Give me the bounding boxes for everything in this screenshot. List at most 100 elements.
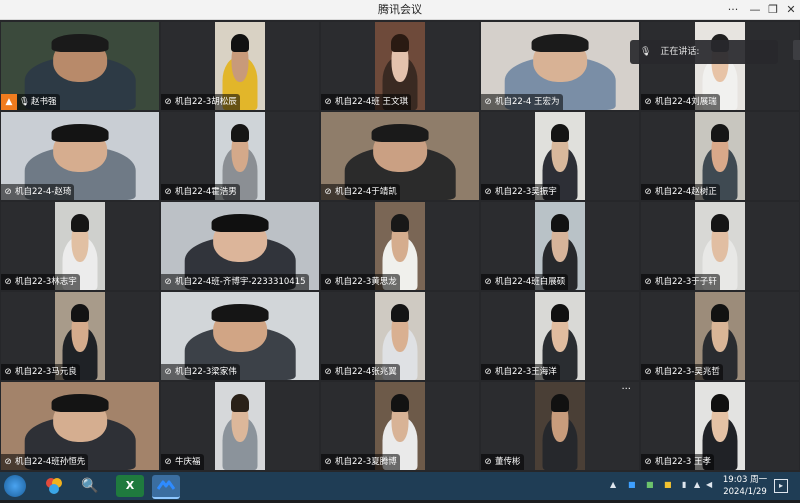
participant-name: 机自22-4-赵琦 [15,187,72,197]
participant-name-tag: ⊘ 牛庆福 [161,454,204,470]
search-app-icon[interactable]: 🔍 [76,475,104,497]
participant-name-tag: ⊘ 机自22-4班白展硕 [481,274,569,290]
title-bar: 腾讯会议 ··· — ❐ ✕ [0,0,800,20]
mic-muted-icon: ⊘ [324,367,332,377]
participant-video [535,382,585,470]
participant-video [215,382,265,470]
participant-tile[interactable]: ⊘ 机自22-4班-齐博宇-2233310415 [161,202,319,290]
participant-name: 机自22-3 王孝 [655,457,711,467]
signal-icon[interactable]: ▲ [694,480,700,489]
mic-muted-icon: ⊘ [4,187,12,197]
colorful-app-icon[interactable] [40,475,68,497]
participant-tile[interactable]: ⊘ 机自22-3夏腾博 [321,382,479,470]
participant-name: 机自22-3梁家伟 [175,367,237,377]
tray-meeting-icon[interactable]: ■ [628,480,636,489]
participant-name-tag: ⊘ 机自22-3黄思龙 [321,274,400,290]
participant-tile[interactable]: ⊘ 机自22-4刘展瑞 [641,22,799,110]
participant-name-tag: ⊘ 机自22-4张兆翼 [321,364,400,380]
more-icon[interactable]: ··· [722,0,744,20]
participant-tile[interactable]: ⊘ 董传彬 ··· [481,382,639,470]
participant-tile[interactable]: ⊘ 机自22-3吴振宇 [481,112,639,200]
mic-icon: 🎙 [640,47,652,57]
participant-name: 机自22-4于靖凯 [335,187,397,197]
participant-tile[interactable]: ⊘ 机自22-4班孙恒先 [1,382,159,470]
mic-muted-icon: ⊘ [644,277,652,287]
mic-muted-icon: ⊘ [164,457,172,467]
participant-tile[interactable]: ⊘ 机自22-4赵树正 [641,112,799,200]
notification-icon[interactable]: ▸ [774,479,788,493]
excel-icon[interactable]: X [116,475,144,497]
participant-name-tag: ⊘ 机自22-4 王宏为 [481,94,563,110]
mic-muted-icon: ⊘ [164,187,172,197]
mic-muted-icon: ⊘ [4,277,12,287]
participant-tile[interactable]: ⊘ 机自22-4张兆翼 [321,292,479,380]
participant-tile[interactable]: ▲ 🎙赵书强 [1,22,159,110]
meeting-logo-icon [156,480,176,490]
participant-name-tag: ⊘ 机自22-4班-齐博宇-2233310415 [161,274,309,290]
mic-muted-icon: ⊘ [484,187,492,197]
participant-tile[interactable]: ⊘ 机自22-4班 王文琪 [321,22,479,110]
clock-date: 2024/1/29 [723,487,767,497]
participant-tile[interactable]: ⊘ 机自22-3林志宇 [1,202,159,290]
close-button[interactable]: ✕ [780,0,800,20]
mic-muted-icon: ⊘ [4,367,12,377]
participant-tile[interactable]: ⊘ 机自22-3梁家伟 [161,292,319,380]
participant-name: 机自22-3-吴兆哲 [655,367,720,377]
tray-app-icon[interactable]: ■ [664,480,672,489]
participant-tile[interactable]: ⊘ 机自22-4-赵琦 [1,112,159,200]
participant-tile[interactable]: ⊘ 机自22-3马元良 [1,292,159,380]
side-panel-handle[interactable] [793,40,800,60]
mic-muted-icon: ⊘ [324,457,332,467]
participant-name-tag: ⊘ 机自22-3胡松辰 [161,94,240,110]
participant-name-tag: ⊘ 机自22-3马元良 [1,364,80,380]
participant-tile[interactable]: ⊘ 机自22-3-吴兆哲 [641,292,799,380]
participant-name-tag: ⊘ 机自22-3 王孝 [641,454,714,470]
participant-name: 机自22-4刘展瑞 [655,97,717,107]
participant-name-tag: ⊘ 机自22-4班 王文琪 [321,94,411,110]
participant-name-tag: ⊘ 机自22-3王海洋 [481,364,560,380]
speaking-label: 正在讲话: [660,47,700,57]
start-icon[interactable] [4,475,26,497]
participant-tile[interactable]: ⊘ 机自22-4 王宏为 [481,22,639,110]
participant-tile[interactable]: ⊘ 机自22-4霍浩男 [161,112,319,200]
participant-name-tag: ⊘ 董传彬 [481,454,524,470]
tile-menu-icon[interactable]: ··· [621,384,631,395]
tencent-meeting-icon[interactable] [152,475,180,499]
volume-icon[interactable]: ◀ [706,480,712,489]
mic-muted-icon: ⊘ [324,97,332,107]
mic-muted-icon: ⊘ [644,457,652,467]
tray-up-arrow-icon[interactable]: ▲ [610,480,616,489]
network-icon[interactable]: ▮ [682,480,686,489]
tray-shield-icon[interactable]: ■ [646,480,654,489]
mic-muted-icon: ⊘ [644,187,652,197]
participant-name-tag: ⊘ 机自22-3吴振宇 [481,184,560,200]
participant-tile[interactable]: ⊘ 牛庆福 [161,382,319,470]
participant-name-tag: ⊘ 机自22-3于子轩 [641,274,720,290]
participant-name: 机自22-4班 王文琪 [335,97,408,107]
mic-muted-icon: ⊘ [484,367,492,377]
participant-name-tag: ⊘ 机自22-4班孙恒先 [1,454,89,470]
participant-tile[interactable]: ⊘ 机自22-4班白展硕 [481,202,639,290]
participant-tile[interactable]: ⊘ 机自22-3 王孝 [641,382,799,470]
participant-name-tag: ⊘ 机自22-4霍浩男 [161,184,240,200]
clock[interactable]: 19:03 周一 2024/1/29 [722,474,768,498]
mic-muted-icon: ⊘ [644,97,652,107]
mic-muted-icon: ⊘ [484,277,492,287]
participant-name: 机自22-4班孙恒先 [15,457,86,467]
mic-muted-icon: ⊘ [484,457,492,467]
participant-tile[interactable]: ⊘ 机自22-4于靖凯 [321,112,479,200]
participant-tile[interactable]: ⊘ 机自22-3于子轩 [641,202,799,290]
participant-name: 机自22-3黄思龙 [335,277,397,287]
participant-tile[interactable]: ⊘ 机自22-3黄思龙 [321,202,479,290]
participant-name: 机自22-3王海洋 [495,367,557,377]
participant-name-tag: ⊘ 机自22-4于靖凯 [321,184,400,200]
clock-time: 19:03 周一 [722,475,768,485]
participant-name: 机自22-4赵树正 [655,187,717,197]
participant-name: 机自22-4 王宏为 [495,97,560,107]
participant-name-tag: ⊘ 机自22-4-赵琦 [1,184,75,200]
video-grid: ▲ 🎙赵书强 ⊘ 机自22-3胡松辰 ⊘ 机自22-4班 王文琪 ⊘ 机自22-4 王宏为 ⊘ 机… [0,20,800,472]
window-title: 腾讯会议 [378,3,422,16]
participant-tile[interactable]: ⊘ 机自22-3胡松辰 [161,22,319,110]
participant-tile[interactable]: ⊘ 机自22-3王海洋 [481,292,639,380]
participant-name-tag: ⊘ 机自22-3夏腾博 [321,454,400,470]
